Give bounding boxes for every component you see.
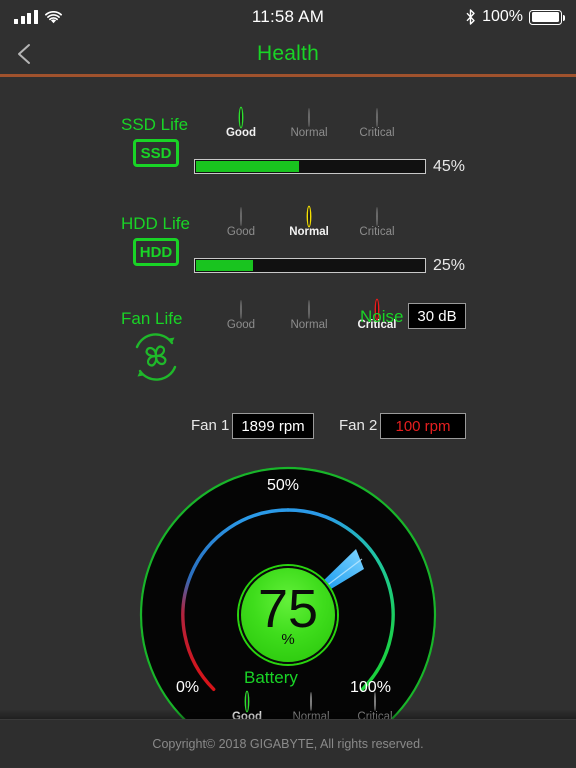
fan-status-normal[interactable]: Normal	[286, 300, 332, 331]
ssd-status-normal[interactable]: Normal	[286, 108, 332, 139]
ssd-status-good[interactable]: Good	[218, 108, 264, 139]
noise-value: 30 dB	[408, 303, 466, 329]
radio-dot-icon	[240, 108, 242, 127]
ssd-badge: SSD	[133, 139, 179, 167]
hdd-status-radio-group[interactable]: Good Normal Critical	[218, 207, 400, 238]
hdd-progress-value: 25%	[433, 257, 466, 274]
battery-value: 75	[257, 579, 319, 639]
ssd-life-title: SSD Life	[121, 115, 189, 134]
radio-label: Critical	[359, 226, 395, 238]
hdd-badge: HDD	[133, 238, 179, 266]
footer-shadow	[0, 709, 576, 719]
radio-label: Good	[226, 319, 256, 331]
radio-dot-icon	[376, 207, 378, 226]
radio-label: Good	[225, 127, 257, 139]
back-button[interactable]	[12, 41, 38, 67]
radio-dot-icon	[308, 108, 310, 127]
page-title: Health	[257, 42, 319, 65]
radio-label: Good	[226, 226, 256, 238]
fan2-label: Fan 2	[339, 417, 378, 434]
noise-label: Noise	[360, 307, 404, 326]
ssd-status-critical[interactable]: Critical	[354, 108, 400, 139]
copyright-text: Copyright© 2018 GIGABYTE, All rights res…	[152, 736, 424, 751]
fan-status-good[interactable]: Good	[218, 300, 264, 331]
radio-dot-icon	[240, 300, 242, 319]
status-bar-clock: 11:58 AM	[251, 7, 325, 26]
ssd-status-radio-group[interactable]: Good Normal Critical	[218, 108, 400, 139]
battery-full-icon	[529, 9, 566, 25]
hdd-status-critical[interactable]: Critical	[354, 207, 400, 238]
ssd-progress-fill	[196, 161, 299, 172]
radio-dot-icon	[240, 207, 242, 226]
radio-label: Critical	[359, 127, 395, 139]
gauge-tick-50: 50%	[267, 477, 300, 494]
ssd-progress-bar	[194, 159, 426, 174]
radio-dot-icon	[308, 300, 310, 319]
fan-icon	[128, 331, 184, 383]
main-content: SSD Life SSD Good Normal Critical 45% HD…	[0, 77, 576, 767]
status-bar: 11:58 AM 100%	[0, 0, 576, 34]
fan-life-title: Fan Life	[121, 309, 183, 328]
nav-bar: Health	[0, 34, 576, 74]
radio-label: Normal	[290, 127, 328, 139]
battery-unit: %	[281, 631, 295, 648]
gauge-tick-0: 0%	[176, 679, 200, 696]
ssd-progress-value: 45%	[433, 158, 466, 175]
radio-dot-icon	[308, 207, 310, 226]
footer: Copyright© 2018 GIGABYTE, All rights res…	[0, 719, 576, 767]
hdd-progress-fill	[196, 260, 253, 271]
fan1-value: 1899 rpm	[232, 413, 314, 439]
fan1-label: Fan 1	[191, 417, 230, 434]
hdd-status-good[interactable]: Good	[218, 207, 264, 238]
battery-label: Battery	[244, 668, 298, 687]
hdd-progress-bar	[194, 258, 426, 273]
hdd-status-normal[interactable]: Normal	[286, 207, 332, 238]
hdd-life-title: HDD Life	[121, 214, 190, 233]
fan2-value: 100 rpm	[380, 413, 466, 439]
battery-value-dial: 75 %	[239, 566, 337, 664]
radio-dot-icon	[376, 108, 378, 127]
radio-label: Normal	[289, 226, 329, 238]
radio-label: Normal	[290, 319, 328, 331]
